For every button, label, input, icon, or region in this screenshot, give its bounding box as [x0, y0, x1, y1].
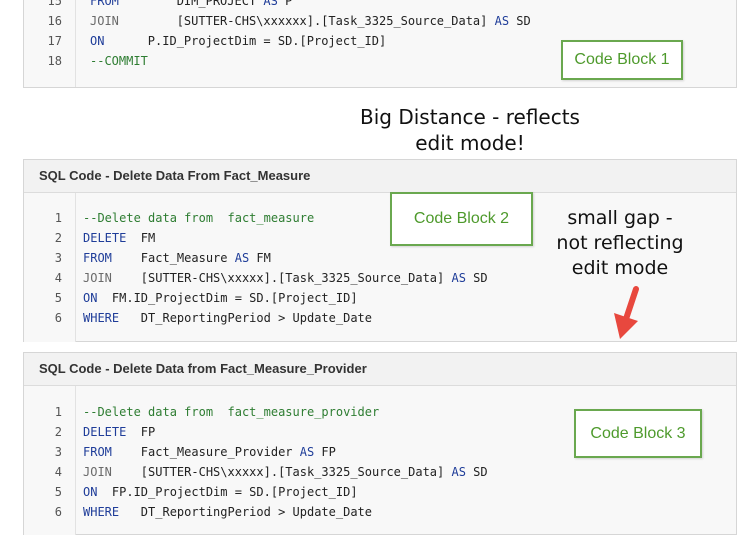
code-line: 15 FROM DIM_PROJECT AS P [24, 0, 724, 11]
code-block-title: SQL Code - Delete Data from Fact_Measure… [24, 353, 736, 386]
code-token: JOIN [83, 465, 112, 479]
sql-comment: --Delete data from fact_measure [83, 211, 315, 225]
line-number: 1 [54, 405, 62, 419]
sql-keyword: WHERE [83, 505, 120, 519]
code-token: FM [126, 231, 156, 245]
sql-keyword: FROM [90, 0, 119, 8]
code-token: [SUTTER-CHS\xxxxxx].[Task_3325_Source_Da… [118, 14, 495, 28]
annotation-line: edit mode [571, 257, 669, 279]
line-number: 6 [54, 505, 62, 519]
code-text: ON P.ID_ProjectDim = SD.[Project_ID] [90, 31, 386, 51]
sql-comment: --Delete data from fact_measure_provider [83, 405, 380, 419]
code-text: WHERE DT_ReportingPeriod > Update_Date [83, 502, 372, 522]
code-token: DT_ReportingPeriod > Update_Date [119, 505, 372, 519]
line-number: 4 [54, 465, 62, 479]
code-text: FROM DIM_PROJECT AS P [90, 0, 292, 11]
code-text: ON FP.ID_ProjectDim = SD.[Project_ID] [83, 482, 358, 502]
code-token: [SUTTER-CHS\xxxxx].[Task_3325_Source_Dat… [111, 271, 452, 285]
code-token: Fact_Measure [111, 251, 235, 265]
line-number: 6 [54, 311, 62, 325]
annotation-line: not reflecting [556, 232, 684, 254]
sql-keyword: DELETE [83, 425, 127, 439]
line-number: 17 [47, 34, 62, 48]
annotation-line: edit mode! [415, 131, 525, 155]
line-number: 2 [54, 231, 62, 245]
code-token: FM.ID_ProjectDim = SD.[Project_ID] [97, 291, 358, 305]
code-token: P.ID_ProjectDim = SD.[Project_ID] [104, 34, 387, 48]
line-number: 3 [54, 445, 62, 459]
code-token: DIM_PROJECT [118, 0, 264, 8]
code-token: SD [465, 465, 488, 479]
code-text: ON FM.ID_ProjectDim = SD.[Project_ID] [83, 288, 358, 308]
code-token: FM [249, 251, 271, 265]
callout-code-block-2: Code Block 2 [390, 192, 533, 246]
code-text: FROM Fact_Measure_Provider AS FP [83, 442, 336, 462]
code-line: 6 WHERE DT_ReportingPeriod > Update_Date [24, 502, 724, 522]
code-token: JOIN [90, 14, 119, 28]
code-text: FROM Fact_Measure AS FM [83, 248, 271, 268]
code-text: --Delete data from fact_measure_provider [83, 402, 379, 422]
sql-keyword: DELETE [83, 231, 127, 245]
line-number: 3 [54, 251, 62, 265]
code-line: 4 JOIN [SUTTER-CHS\xxxxx].[Task_3325_Sour… [24, 462, 724, 482]
code-token: DT_ReportingPeriod > Update_Date [119, 311, 372, 325]
code-token: FP.ID_ProjectDim = SD.[Project_ID] [97, 485, 358, 499]
line-number: 2 [54, 425, 62, 439]
sql-keyword: AS [494, 14, 510, 28]
sql-keyword: WHERE [83, 311, 120, 325]
red-arrow-icon [614, 286, 639, 339]
code-text: WHERE DT_ReportingPeriod > Update_Date [83, 308, 372, 328]
annotation-line: Big Distance - reflects [360, 105, 580, 129]
annotation-big-distance: Big Distance - reflects edit mode! [330, 104, 610, 156]
code-token: FP [126, 425, 156, 439]
code-line: 5 ON FP.ID_ProjectDim = SD.[Project_ID] [24, 482, 724, 502]
sql-keyword: AS [234, 251, 250, 265]
annotation-line: small gap - [567, 207, 673, 229]
code-token: Fact_Measure_Provider [111, 445, 300, 459]
code-token: [SUTTER-CHS\xxxxx].[Task_3325_Source_Dat… [111, 465, 452, 479]
sql-keyword: AS [263, 0, 278, 8]
code-text: JOIN [SUTTER-CHS\xxxxxx].[Task_3325_Sour… [90, 11, 531, 31]
sql-keyword: AS [451, 465, 466, 479]
line-number: 18 [47, 54, 62, 68]
line-number: 5 [54, 291, 62, 305]
sql-keyword: AS [299, 445, 315, 459]
code-text: --COMMIT [90, 51, 148, 71]
code-text: DELETE FP [83, 422, 155, 442]
line-number: 4 [54, 271, 62, 285]
code-block-title: SQL Code - Delete Data From Fact_Measure [24, 160, 736, 193]
code-text: --Delete data from fact_measure [83, 208, 314, 228]
sql-keyword: ON [83, 291, 98, 305]
line-number: 16 [47, 14, 62, 28]
code-line: 16 JOIN [SUTTER-CHS\xxxxxx].[Task_3325_So… [24, 11, 724, 31]
line-number: 15 [47, 0, 62, 8]
sql-keyword: FROM [83, 251, 112, 265]
code-token: P [277, 0, 293, 8]
code-text: DELETE FM [83, 228, 155, 248]
sql-keyword: ON [90, 34, 105, 48]
sql-keyword: AS [451, 271, 466, 285]
callout-code-block-3: Code Block 3 [574, 409, 702, 458]
code-text: JOIN [SUTTER-CHS\xxxxx].[Task_3325_Sourc… [83, 268, 488, 288]
code-token: FP [314, 445, 336, 459]
code-text: JOIN [SUTTER-CHS\xxxxx].[Task_3325_Sourc… [83, 462, 488, 482]
sql-comment: --COMMIT [90, 54, 148, 68]
code-token: JOIN [83, 271, 112, 285]
line-number: 1 [54, 211, 62, 225]
line-number: 5 [54, 485, 62, 499]
sql-keyword: FROM [83, 445, 112, 459]
code-token: SD [509, 14, 531, 28]
code-token: SD [465, 271, 488, 285]
callout-code-block-1: Code Block 1 [561, 40, 683, 80]
annotation-small-gap: small gap - not reflecting edit mode [530, 206, 710, 281]
sql-keyword: ON [83, 485, 98, 499]
